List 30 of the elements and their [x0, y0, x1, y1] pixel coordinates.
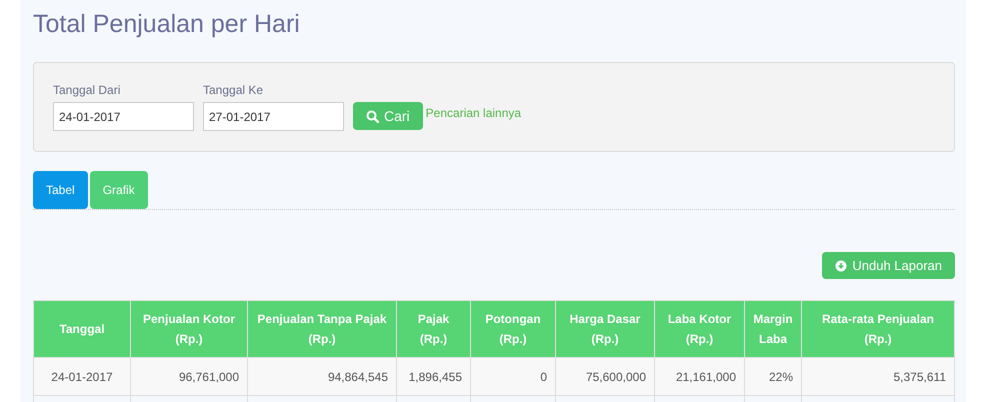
table-cell: 21,161,000 [654, 358, 744, 396]
table-cell: 94,864,545 [248, 358, 396, 396]
download-report-button[interactable]: Unduh Laporan [822, 252, 955, 279]
more-search-link[interactable]: Pencarian lainnya [426, 104, 522, 122]
table-cell: 24-01-2017 [34, 358, 130, 396]
column-header: Penjualan Tanpa Pajak (Rp.) [248, 300, 396, 358]
search-icon [366, 110, 379, 122]
table-cell: 22% [744, 358, 802, 396]
field-label: Tanggal Dari [53, 82, 122, 99]
table-cell: 5,375,611 [802, 358, 954, 396]
date-field[interactable]: 27-01-2017 [203, 102, 344, 131]
table-cell: 96,761,000 [130, 358, 248, 396]
table-cell: 1,896,455 [396, 358, 470, 396]
column-header: Potongan (Rp.) [470, 300, 556, 358]
column-header: Laba Kotor (Rp.) [654, 300, 744, 358]
column-header: Penjualan Kotor (Rp.) [130, 300, 248, 358]
column-header: Harga Dasar (Rp.) [556, 300, 654, 358]
column-header: Tanggal [34, 300, 130, 358]
tab[interactable]: Grafik [90, 171, 148, 209]
download-icon [835, 260, 848, 272]
tab[interactable]: Tabel [33, 171, 88, 209]
field-label: Tanggal Ke [203, 82, 264, 99]
column-header: Pajak (Rp.) [396, 300, 470, 358]
column-header: Margin Laba [744, 300, 802, 358]
date-field[interactable]: 24-01-2017 [53, 102, 194, 131]
table-cell: 0 [470, 358, 556, 396]
search-button[interactable]: Cari [353, 102, 423, 130]
column-header: Rata-rata Penjualan (Rp.) [802, 300, 954, 358]
page-title: Total Penjualan per Hari [33, 9, 301, 40]
table-cell: 75,600,000 [556, 358, 654, 396]
